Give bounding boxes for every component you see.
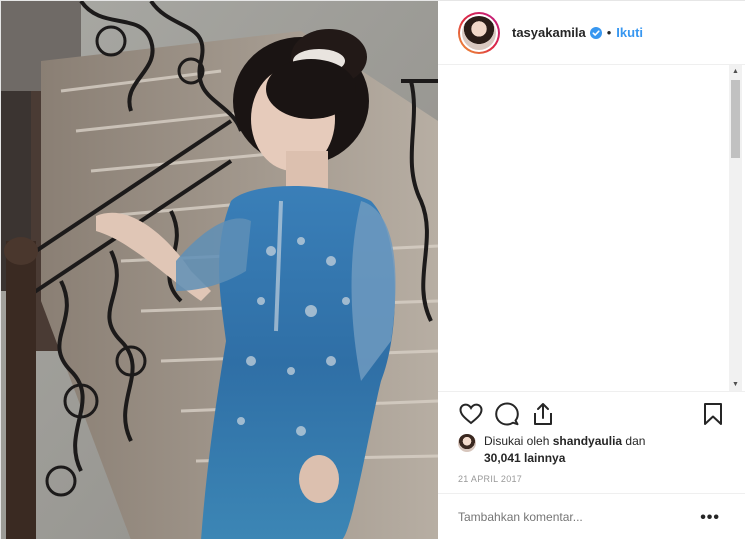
comments-scrollbar[interactable]: ▲ ▼ [729,65,742,391]
post-side-panel: tasyakamila • Ikuti ▲ ▼ Disukai oleh sha… [438,1,745,539]
comment-form: ••• [438,493,745,539]
header-separator: • [606,25,612,40]
follow-button[interactable]: Ikuti [616,25,643,40]
avatar-inner [460,13,498,52]
liked-by-user-link[interactable]: shandyaulia [553,434,622,448]
comments-list[interactable] [438,65,745,391]
bookmark-icon [704,403,722,425]
avatar-image [462,15,496,50]
scroll-down-arrow-icon[interactable]: ▼ [729,378,742,391]
likes-count-link[interactable]: 30,041 lainnya [484,451,565,465]
comment-bubble-icon [495,402,519,426]
likes-text: Disukai oleh shandyaulia dan 30,041 lain… [484,433,645,467]
liker-avatar[interactable] [458,434,476,452]
comment-input[interactable] [458,510,688,524]
username-link[interactable]: tasyakamila [512,25,586,40]
avatar[interactable] [458,11,500,54]
action-bar [438,391,745,437]
more-options-icon[interactable]: ••• [700,509,720,527]
share-icon [534,403,552,425]
scrollbar-thumb[interactable] [731,80,740,158]
post-header: tasyakamila • Ikuti [438,1,745,65]
share-button[interactable] [530,401,556,427]
scroll-up-arrow-icon[interactable]: ▲ [729,65,742,78]
post-photo[interactable] [1,1,438,539]
likes-summary: Disukai oleh shandyaulia dan 30,041 lain… [458,433,728,467]
heart-icon [459,403,483,425]
like-button[interactable] [458,401,484,427]
save-button[interactable] [700,401,726,427]
post-image [1,1,438,539]
likes-prefix: Disukai oleh [484,434,550,448]
likes-mid: dan [625,434,646,448]
verified-badge-icon [589,26,602,39]
post-date[interactable]: 21 APRIL 2017 [458,474,522,484]
instagram-post: tasyakamila • Ikuti ▲ ▼ Disukai oleh sha… [0,0,745,539]
comment-button[interactable] [494,401,520,427]
